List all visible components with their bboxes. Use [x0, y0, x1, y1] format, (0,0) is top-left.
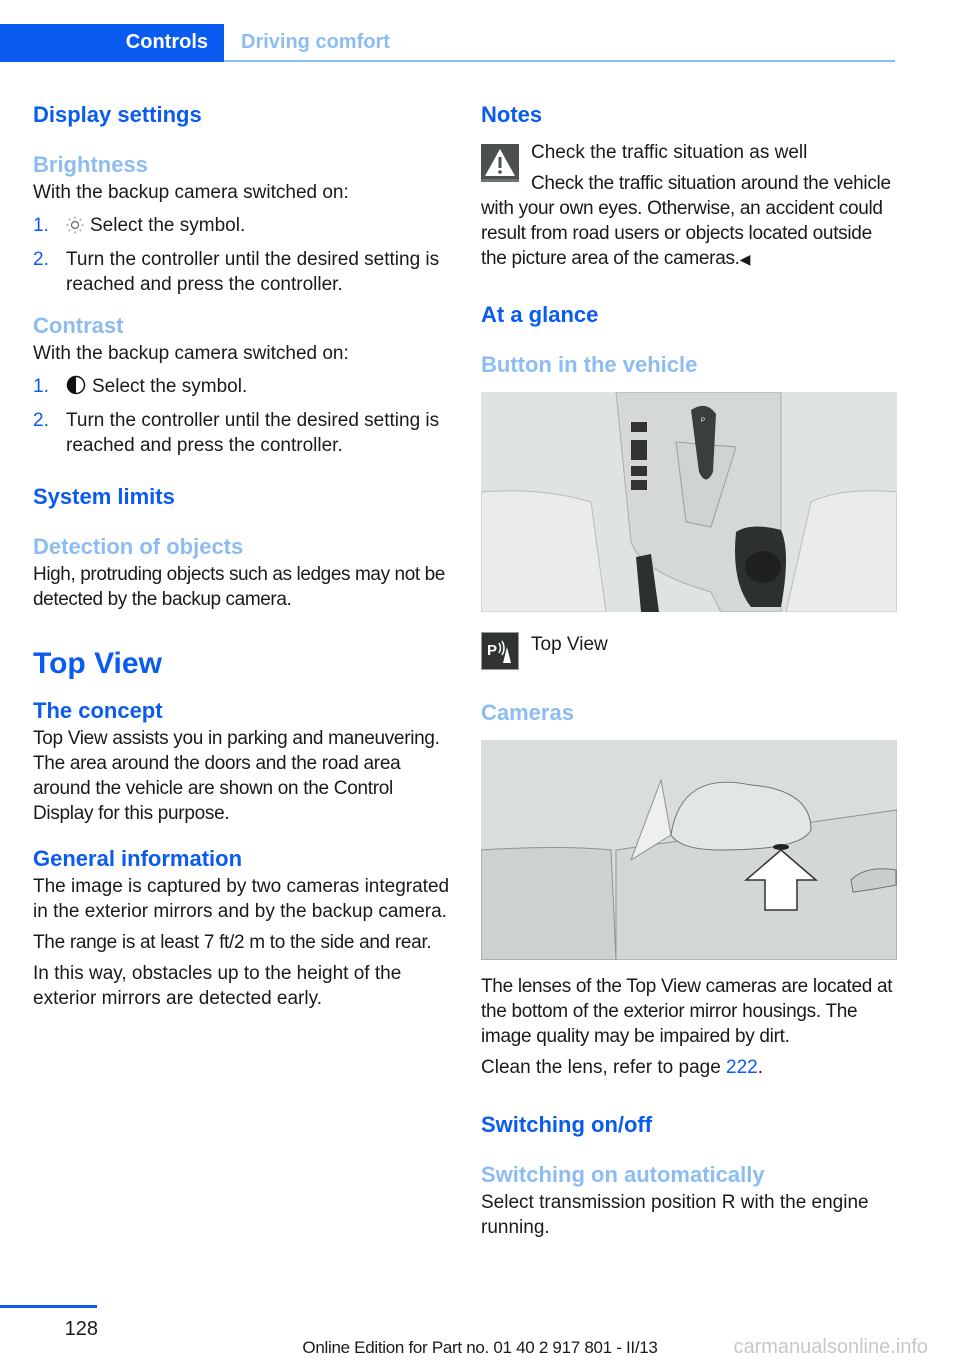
center-console-image: P: [481, 392, 897, 612]
heading-the-concept: The concept: [33, 698, 163, 723]
heading-top-view: Top View: [33, 647, 162, 680]
left-column: Display settings Brightness With the bac…: [33, 100, 451, 1011]
step-text: Turn the controller until the desired se…: [66, 249, 440, 295]
heading-button-in-vehicle: Button in the vehicle: [481, 352, 698, 377]
top-view-button-row: P Top View: [481, 632, 897, 670]
footer-divider: [0, 1305, 97, 1308]
list-item: 2. Turn the controller until the desired…: [33, 408, 451, 458]
heading-display-settings: Display settings: [33, 102, 202, 127]
step-text: Turn the controller until the desired se…: [66, 410, 440, 456]
contrast-intro: With the backup camera switched on:: [33, 343, 349, 364]
step-number: 2.: [33, 410, 49, 431]
clean-lens-end: .: [757, 1057, 764, 1078]
contrast-half-circle-icon: [66, 375, 86, 402]
svg-text:P: P: [487, 642, 497, 659]
step-number: 1.: [33, 215, 49, 236]
brightness-steps: 1. Select the symbol. 2. Turn the contro…: [33, 213, 451, 297]
section-tab-driving-comfort[interactable]: Driving comfort: [224, 24, 895, 62]
heading-switching-on-off: Switching on/off: [481, 1112, 653, 1137]
svg-text:P: P: [701, 418, 705, 424]
list-item: 1. Select the symbol.: [33, 374, 451, 402]
heading-at-a-glance: At a glance: [481, 302, 599, 327]
general-paragraph: The image is captured by two cameras int…: [33, 876, 450, 922]
chapter-tab-controls[interactable]: Controls: [0, 24, 224, 62]
brightness-sun-icon: [66, 216, 84, 241]
general-paragraph: In this way, obstacles up to the height …: [33, 963, 402, 1009]
step-number: 2.: [33, 249, 49, 270]
right-column: Notes Check the traffic situation as wel…: [481, 100, 897, 1240]
cameras-text: The lenses of the Top View cameras are l…: [481, 976, 893, 1047]
heading-brightness: Brightness: [33, 152, 148, 177]
section-tab-label: Driving comfort: [241, 31, 390, 53]
warning-body: Check the traffic situation around the v…: [481, 171, 897, 272]
detection-text: High, protruding objects such as ledges …: [33, 564, 445, 610]
step-text: Select the symbol.: [92, 376, 248, 397]
concept-text: Top View assists you in parking and mane…: [33, 728, 440, 824]
exterior-mirror-camera-image: [481, 740, 897, 960]
warning-notice: Check the traffic situation as well Chec…: [481, 140, 897, 272]
heading-general-information: General information: [33, 846, 243, 871]
end-mark-icon: ◀: [739, 251, 751, 267]
clean-lens-text: Clean the lens, refer to page 222.: [481, 1055, 897, 1080]
heading-notes: Notes: [481, 102, 543, 127]
general-paragraph: The range is at least 7 ft/2 m to the si…: [33, 932, 432, 953]
warning-text: Check the traffic situation around the v…: [481, 173, 891, 269]
chapter-tab-label: Controls: [125, 31, 208, 53]
top-view-button-icon: P: [481, 632, 519, 670]
clean-lens-label: Clean the lens, refer to page: [481, 1057, 727, 1078]
brightness-intro: With the backup camera switched on:: [33, 182, 349, 203]
warning-title: Check the traffic situation as well: [531, 142, 808, 163]
top-view-button-label: Top View: [531, 634, 608, 655]
contrast-steps: 1. Select the symbol. 2. Turn the contro…: [33, 374, 451, 458]
step-number: 1.: [33, 376, 49, 397]
heading-cameras: Cameras: [481, 700, 574, 725]
watermark: carmanualsonline.info: [733, 1336, 928, 1358]
heading-switching-on-automatically: Switching on automatically: [481, 1162, 765, 1187]
list-item: 1. Select the symbol.: [33, 213, 451, 241]
heading-system-limits: System limits: [33, 484, 175, 509]
switching-auto-text: Select transmission position R with the …: [481, 1192, 869, 1238]
heading-detection-of-objects: Detection of objects: [33, 534, 244, 559]
heading-contrast: Contrast: [33, 313, 124, 338]
list-item: 2. Turn the controller until the desired…: [33, 247, 451, 297]
page-reference-link[interactable]: 222: [726, 1057, 758, 1078]
warning-triangle-icon: [481, 144, 519, 182]
step-text: Select the symbol.: [90, 215, 246, 236]
